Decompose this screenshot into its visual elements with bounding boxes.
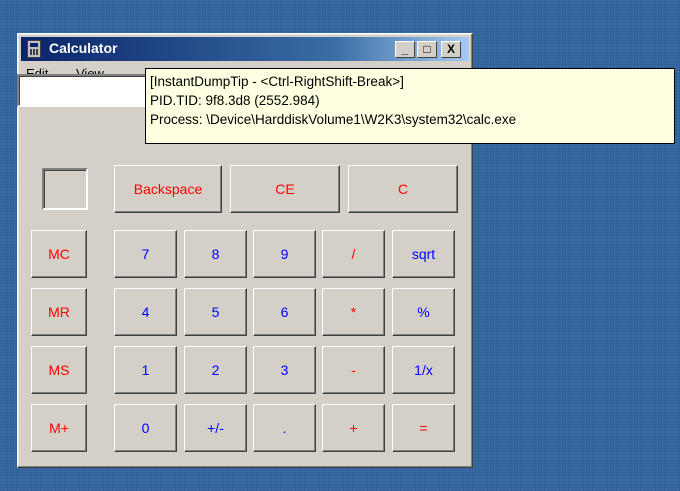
tooltip-line-3: Process: \Device\HarddiskVolume1\W2K3\sy… bbox=[150, 112, 517, 127]
sign-toggle-button[interactable]: +/- bbox=[184, 404, 247, 452]
digit-2-button[interactable]: 2 bbox=[184, 346, 247, 394]
minimize-button[interactable]: _ bbox=[395, 41, 415, 58]
multiply-button[interactable]: * bbox=[322, 288, 385, 336]
reciprocal-button[interactable]: 1/x bbox=[392, 346, 455, 394]
add-button[interactable]: + bbox=[322, 404, 385, 452]
digit-7-button[interactable]: 7 bbox=[114, 230, 177, 278]
close-button[interactable]: X bbox=[441, 41, 461, 58]
digit-3-button[interactable]: 3 bbox=[253, 346, 316, 394]
backspace-button[interactable]: Backspace bbox=[114, 165, 222, 213]
title-bar[interactable]: Calculator _ □ X bbox=[21, 37, 469, 61]
decimal-point-button[interactable]: . bbox=[253, 404, 316, 452]
maximize-button[interactable]: □ bbox=[417, 41, 437, 58]
sqrt-button[interactable]: sqrt bbox=[392, 230, 455, 278]
m-plus-button[interactable]: M+ bbox=[31, 404, 87, 452]
digit-1-button[interactable]: 1 bbox=[114, 346, 177, 394]
mr-button[interactable]: MR bbox=[31, 288, 87, 336]
tooltip-line-2: PID.TID: 9f8.3d8 (2552.984) bbox=[150, 93, 320, 108]
calculator-icon bbox=[27, 40, 41, 58]
digit-5-button[interactable]: 5 bbox=[184, 288, 247, 336]
divide-button[interactable]: / bbox=[322, 230, 385, 278]
digit-0-button[interactable]: 0 bbox=[114, 404, 177, 452]
equals-button[interactable]: = bbox=[392, 404, 455, 452]
ce-button[interactable]: CE bbox=[230, 165, 340, 213]
subtract-button[interactable]: - bbox=[322, 346, 385, 394]
ms-button[interactable]: MS bbox=[31, 346, 87, 394]
digit-4-button[interactable]: 4 bbox=[114, 288, 177, 336]
percent-button[interactable]: % bbox=[392, 288, 455, 336]
memory-indicator bbox=[42, 168, 88, 210]
c-button[interactable]: C bbox=[348, 165, 458, 213]
tooltip-line-1: [InstantDumpTip - <Ctrl-RightShift-Break… bbox=[150, 74, 404, 89]
instant-dump-tooltip: [InstantDumpTip - <Ctrl-RightShift-Break… bbox=[145, 68, 675, 144]
digit-8-button[interactable]: 8 bbox=[184, 230, 247, 278]
mc-button[interactable]: MC bbox=[31, 230, 87, 278]
digit-6-button[interactable]: 6 bbox=[253, 288, 316, 336]
window-title: Calculator bbox=[49, 40, 118, 56]
digit-9-button[interactable]: 9 bbox=[253, 230, 316, 278]
